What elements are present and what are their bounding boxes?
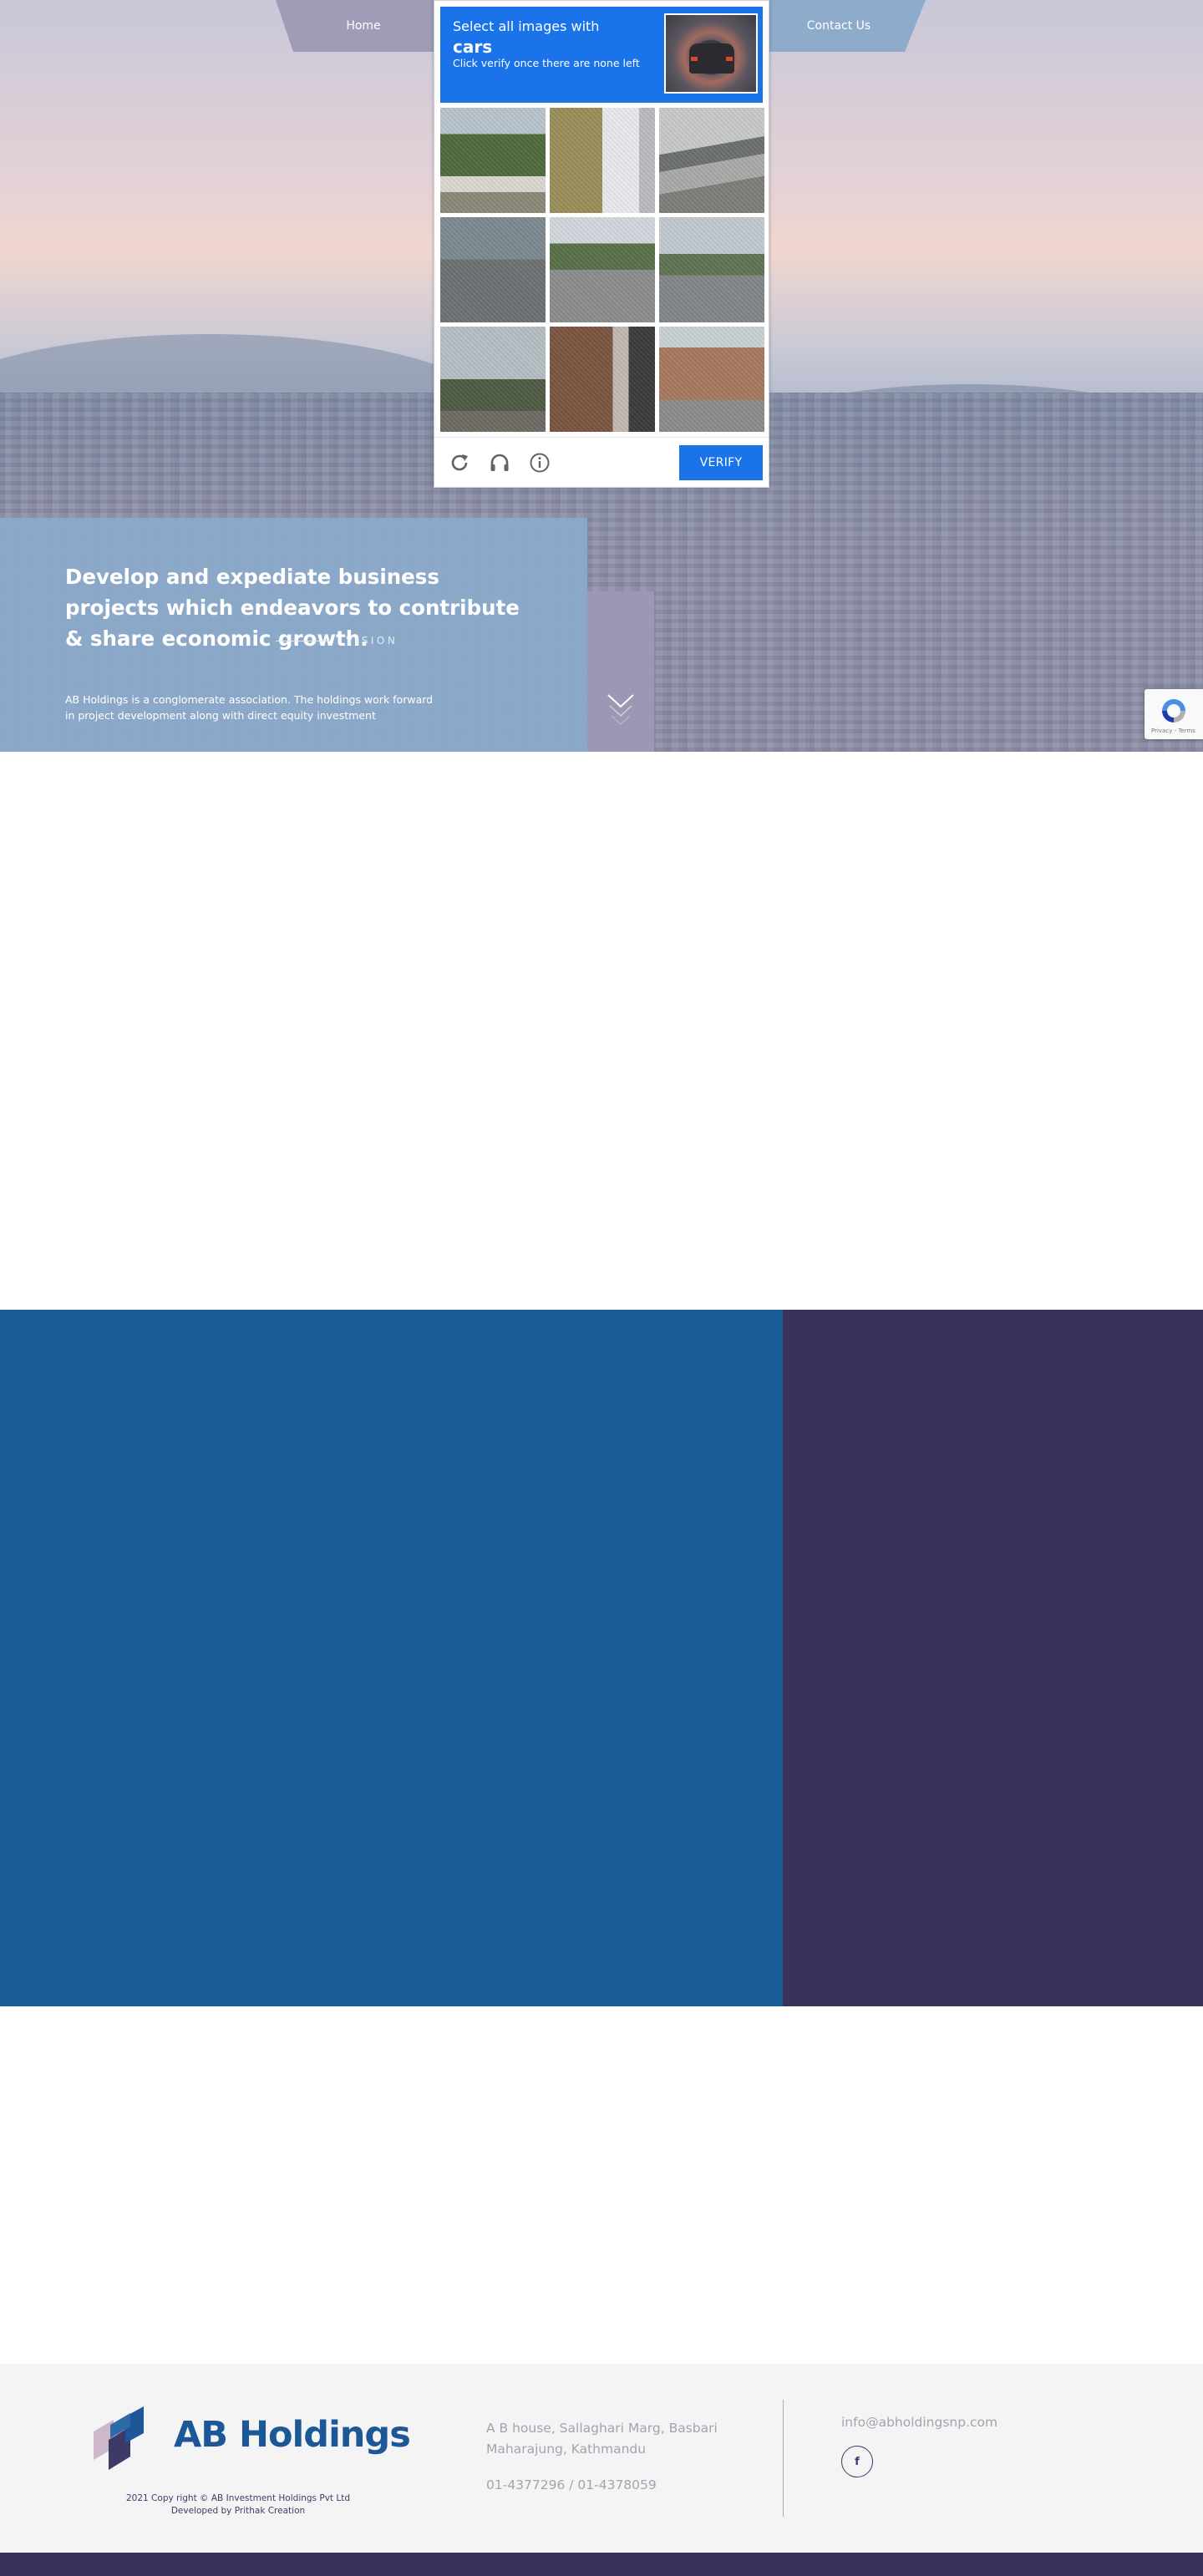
ab-holdings-logo-icon[interactable] [94,2406,169,2472]
developer-credit: Developed by Prithak Creation [170,2506,306,2516]
captcha-image-grid [440,108,764,432]
captcha-target: cars [453,37,493,57]
copyright-line: 2021 Copy right © AB Investment Holdings… [126,2493,350,2503]
verify-button[interactable]: VERIFY [679,445,763,480]
nav-home-link[interactable]: Home [276,0,451,52]
bottom-bar [0,2553,1203,2576]
chevron-down-icon[interactable] [606,692,636,733]
captcha-tile[interactable] [440,327,546,432]
blue-content-block [0,1310,783,2006]
footer-copyright: 2021 Copy right © AB Investment Holdings… [84,2492,393,2518]
footer-address: A B house, Sallaghari Marg, Basbari Maha… [486,2421,718,2457]
captcha-prompt: Select all images with [453,18,600,34]
reload-icon[interactable] [448,451,471,474]
audio-headphones-icon[interactable] [488,451,511,474]
nav-contact-link[interactable]: Contact Us [752,0,926,52]
captcha-tile[interactable] [550,327,655,432]
captcha-tile[interactable] [440,217,546,322]
captcha-tile[interactable] [659,327,764,432]
captcha-tile[interactable] [659,217,764,322]
captcha-tile[interactable] [659,108,764,213]
recaptcha-privacy-terms[interactable]: Privacy - Terms [1151,728,1195,734]
footer-phone[interactable]: 01-4377296 / 01-4378059 [486,2477,657,2492]
recaptcha-badge[interactable]: Privacy - Terms [1145,689,1203,739]
purple-content-block [783,1310,1203,2006]
captcha-tile[interactable] [440,108,546,213]
vision-label: VISION [346,635,398,647]
captcha-dialog: Select all images with cars Click verify… [434,0,769,488]
footer-logo-text[interactable]: AB Holdings [174,2414,411,2456]
captcha-tile[interactable] [550,217,655,322]
sample-car-taillight [691,57,698,61]
captcha-header: Select all images with cars Click verify… [440,7,763,103]
footer-divider [783,2400,784,2517]
facebook-icon[interactable]: f [841,2446,873,2477]
captcha-sample-image [664,13,758,94]
footer-email-link[interactable]: info@abholdingsnp.com [841,2415,997,2430]
info-icon[interactable] [528,451,551,474]
vision-description: AB Holdings is a conglomerate associatio… [65,693,434,722]
captcha-tile[interactable] [550,108,655,213]
sample-car-taillight [726,57,733,61]
captcha-instruction: Click verify once there are none left [453,57,640,69]
captcha-footer: VERIFY [434,437,769,487]
recaptcha-logo-icon [1162,699,1185,723]
